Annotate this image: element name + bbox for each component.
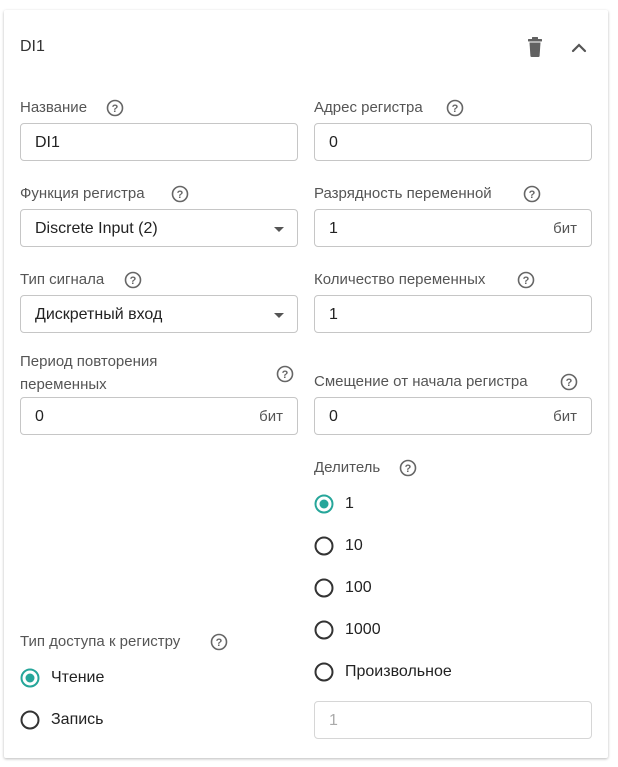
svg-text:?: ? [566, 377, 573, 389]
bit-depth-value: 1 [329, 220, 338, 237]
repeat-period-input[interactable]: 0 бит [20, 397, 298, 435]
name-value: DI1 [35, 134, 60, 151]
svg-text:?: ? [282, 369, 289, 381]
repeat-period-label-line1: Период повторения [20, 353, 158, 370]
svg-text:?: ? [177, 189, 184, 201]
help-icon[interactable]: ? [276, 365, 294, 383]
register-function-value: Discrete Input (2) [35, 220, 158, 237]
bit-depth-label: Разрядность переменной [314, 185, 492, 202]
register-address-input[interactable]: 0 [314, 123, 592, 161]
svg-text:?: ? [130, 275, 137, 287]
trash-icon[interactable] [526, 37, 544, 57]
access-type-label: Тип доступа к регистру [20, 633, 181, 650]
name-input[interactable]: DI1 [20, 123, 298, 161]
help-icon[interactable]: ? [106, 99, 124, 117]
signal-type-value: Дискретный вход [35, 306, 163, 323]
help-icon[interactable]: ? [210, 633, 228, 651]
access-radio-write[interactable] [20, 710, 40, 730]
register-offset-label: Смещение от начала регистра [314, 373, 528, 390]
help-icon[interactable]: ? [399, 459, 417, 477]
help-icon[interactable]: ? [517, 271, 535, 289]
bit-unit: бит [553, 408, 577, 425]
variable-count-label: Количество переменных [314, 271, 486, 288]
divider-radio-custom[interactable] [314, 662, 334, 682]
svg-text:?: ? [216, 637, 223, 649]
help-icon[interactable]: ? [523, 185, 541, 203]
help-icon[interactable]: ? [171, 185, 189, 203]
repeat-period-label-line2: переменных [20, 376, 107, 393]
divider-custom-value: 1 [329, 712, 338, 729]
svg-text:?: ? [112, 103, 119, 115]
divider-option-label[interactable]: 10 [345, 537, 363, 555]
divider-radio-1[interactable] [314, 494, 334, 514]
bit-unit: бит [259, 408, 283, 425]
divider-label: Делитель [314, 459, 381, 476]
divider-custom-input[interactable]: 1 [314, 701, 592, 739]
dropdown-arrow-icon [274, 227, 284, 232]
signal-type-label: Тип сигнала [20, 271, 105, 288]
divider-option-label[interactable]: 1 [345, 495, 354, 513]
access-option-label[interactable]: Чтение [51, 669, 104, 687]
divider-option-label[interactable]: 1000 [345, 621, 381, 639]
register-offset-input[interactable]: 0 бит [314, 397, 592, 435]
variable-count-input[interactable]: 1 [314, 295, 592, 333]
divider-radio-1000[interactable] [314, 620, 334, 640]
chevron-up-icon[interactable] [571, 40, 587, 53]
bit-depth-input[interactable]: 1 бит [314, 209, 592, 247]
name-label: Название [20, 99, 88, 116]
divider-option-label[interactable]: 100 [345, 579, 372, 597]
signal-type-select[interactable]: Дискретный вход [20, 295, 298, 333]
access-radio-read[interactable] [20, 668, 40, 688]
divider-option-label[interactable]: Произвольное [345, 663, 452, 681]
register-function-select[interactable]: Discrete Input (2) [20, 209, 298, 247]
help-icon[interactable]: ? [560, 373, 578, 391]
divider-radio-100[interactable] [314, 578, 334, 598]
access-option-label[interactable]: Запись [51, 711, 104, 729]
register-address-label: Адрес регистра [314, 99, 423, 116]
svg-text:?: ? [452, 103, 459, 115]
svg-text:?: ? [523, 275, 530, 287]
svg-text:?: ? [529, 189, 536, 201]
help-icon[interactable]: ? [446, 99, 464, 117]
help-icon[interactable]: ? [124, 271, 142, 289]
register-function-label: Функция регистра [20, 185, 145, 202]
card-title: DI1 [20, 38, 45, 55]
dropdown-arrow-icon [274, 313, 284, 318]
bit-unit: бит [553, 220, 577, 237]
variable-count-value: 1 [329, 306, 338, 323]
register-offset-value: 0 [329, 408, 338, 425]
repeat-period-value: 0 [35, 408, 44, 425]
svg-text:?: ? [405, 463, 412, 475]
register-address-value: 0 [329, 134, 338, 151]
divider-radio-10[interactable] [314, 536, 334, 556]
